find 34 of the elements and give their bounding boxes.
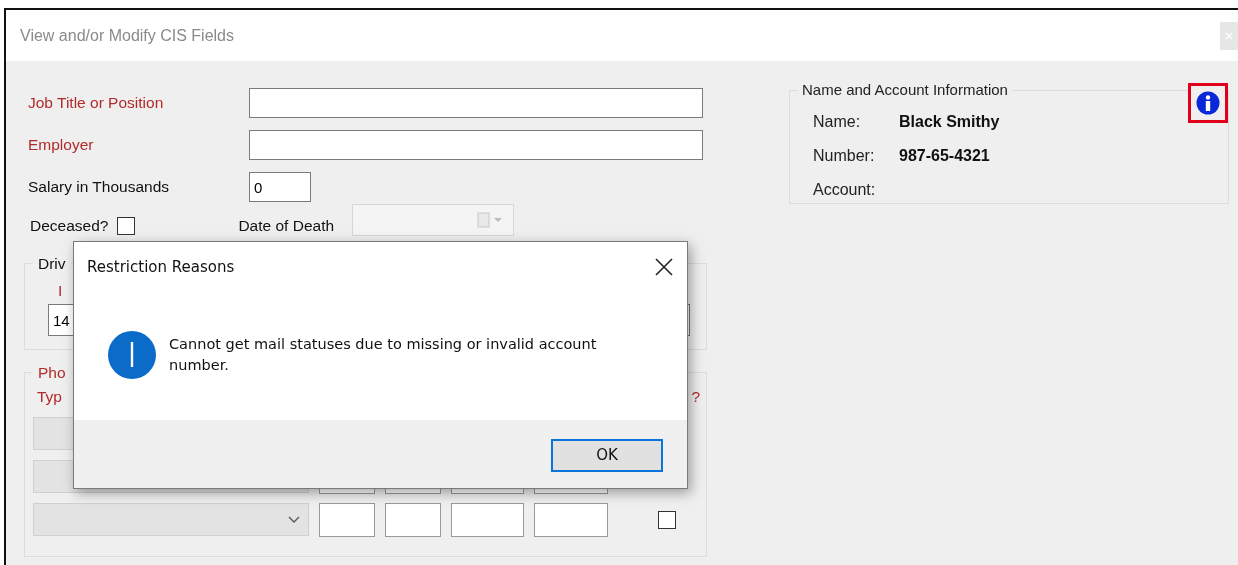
field-label: Name: — [813, 113, 862, 131]
window-title: View and/or Modify CIS Fields — [20, 26, 234, 45]
field-value: Black Smithy — [899, 113, 1000, 131]
checkbox-label: Deceased? — [30, 217, 109, 235]
close-icon — [653, 256, 675, 278]
column-label: Typ — [37, 388, 62, 407]
field-label: I — [58, 282, 64, 300]
text-field[interactable] — [249, 88, 703, 118]
close-button[interactable] — [653, 256, 675, 278]
chevron-down-icon — [288, 515, 300, 524]
field-label: Employer — [28, 136, 95, 154]
dialog-title: Restriction Reasons — [87, 258, 235, 276]
text-field[interactable] — [534, 502, 608, 537]
checkbox[interactable] — [658, 510, 676, 529]
checkbox[interactable] — [117, 217, 136, 235]
dialog-message: Cannot get mail statuses due to missing or invalid account number. — [169, 335, 598, 375]
text-field[interactable] — [451, 502, 524, 537]
info-icon — [1196, 91, 1220, 115]
close-icon — [1225, 31, 1233, 40]
text-field[interactable] — [385, 502, 441, 537]
field-label: Account: — [813, 181, 877, 199]
field-label: Job Title or Position — [28, 94, 165, 112]
field-label: Number: — [813, 147, 876, 165]
field-value: 987-65-4321 — [899, 147, 990, 165]
ok-button[interactable]: OK — [551, 438, 663, 472]
calendar-dropdown-icon — [477, 212, 504, 228]
info-icon — [108, 331, 156, 379]
column-label: ? — [691, 388, 700, 407]
number-field[interactable]: 0 — [249, 172, 311, 202]
text-field[interactable] — [319, 502, 375, 537]
field-label: Date of Death — [238, 217, 335, 235]
field-label: Salary in Thousands — [28, 178, 171, 196]
text-field[interactable] — [249, 130, 703, 160]
info-button[interactable] — [1188, 83, 1228, 123]
